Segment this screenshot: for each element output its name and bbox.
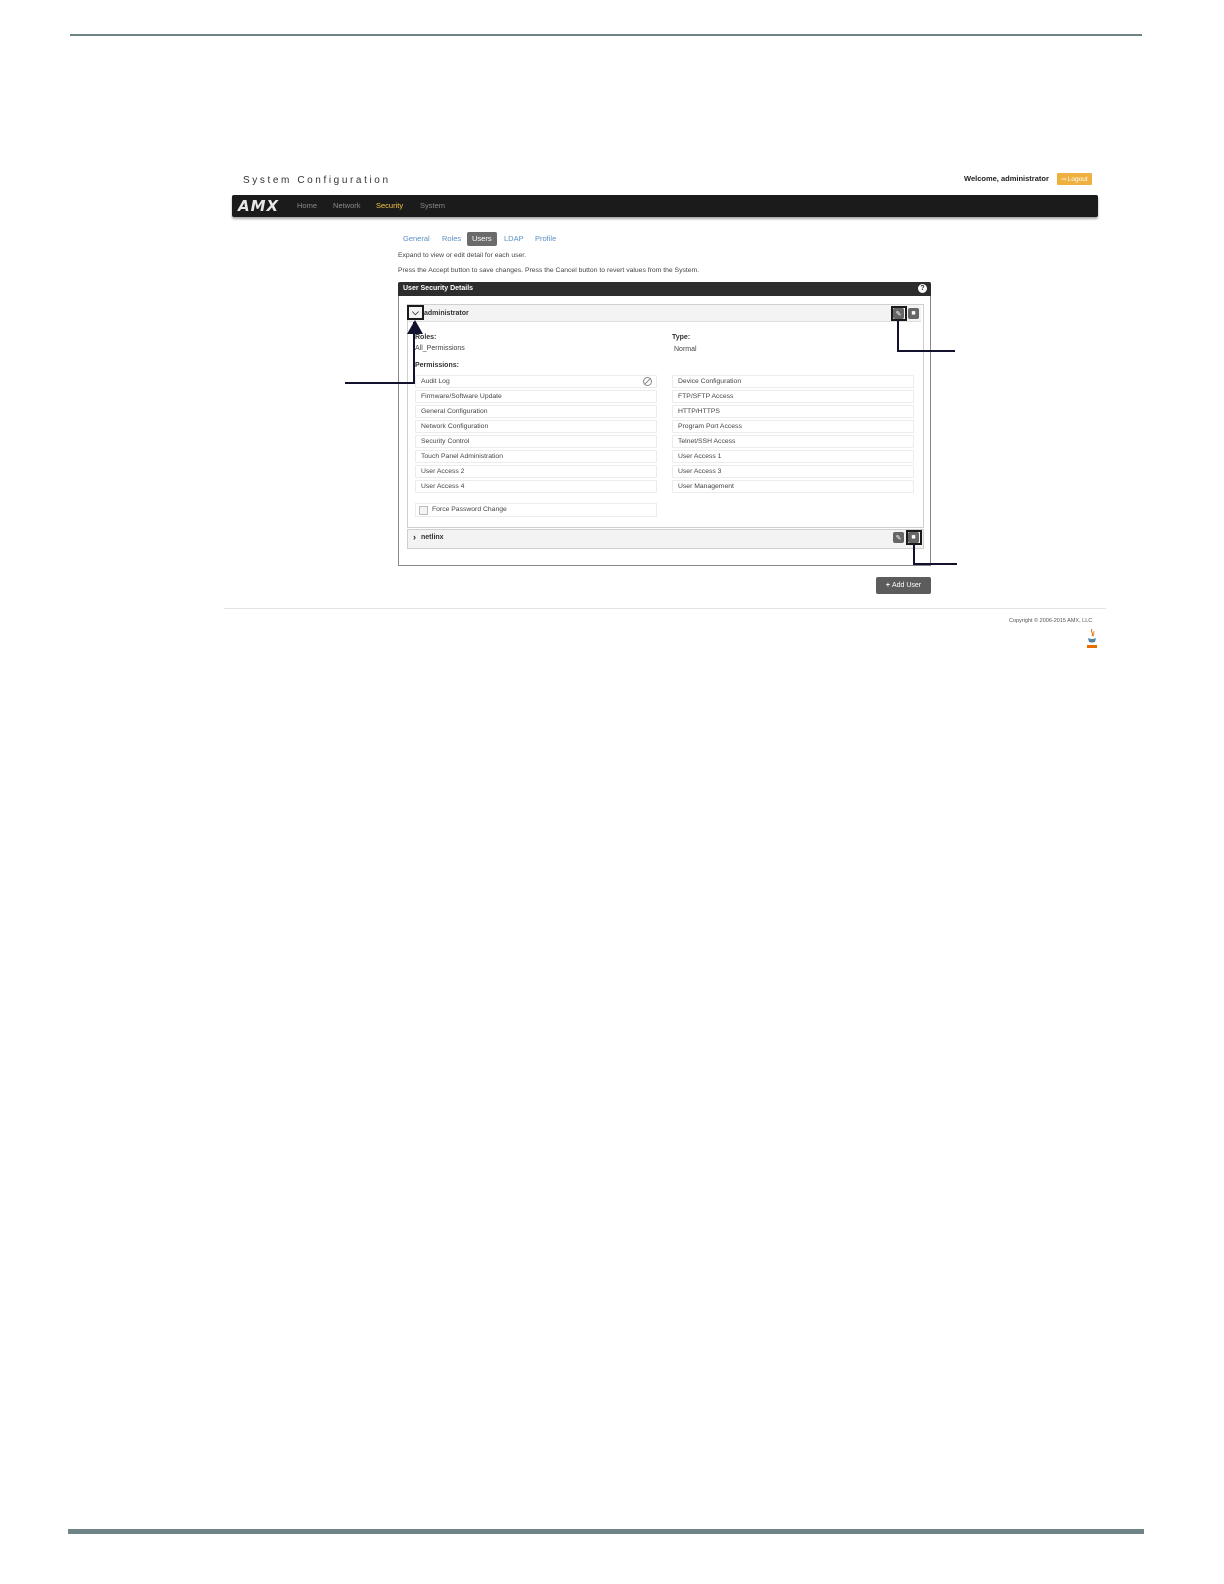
permission-audit-log: Audit Log bbox=[415, 375, 657, 388]
permission-item: User Access 3 bbox=[672, 465, 914, 478]
help-icon[interactable]: ? bbox=[918, 284, 927, 293]
force-password-label: Force Password Change bbox=[432, 506, 507, 513]
permission-item: Device Configuration bbox=[672, 375, 914, 388]
type-value: Normal bbox=[674, 346, 697, 353]
pencil-icon: ✎ bbox=[895, 310, 902, 318]
user-name-administrator: administrator bbox=[424, 310, 469, 317]
tab-general[interactable]: General bbox=[403, 234, 430, 243]
permission-item: FTP/SFTP Access bbox=[672, 390, 914, 403]
add-user-button[interactable]: + Add User bbox=[876, 577, 931, 594]
expand-toggle[interactable]: ⌵ bbox=[407, 305, 424, 320]
lock-button[interactable]: ■ bbox=[908, 308, 919, 319]
permission-item: User Access 2 bbox=[415, 465, 657, 478]
tab-users[interactable]: Users bbox=[467, 232, 497, 246]
permission-item: User Access 4 bbox=[415, 480, 657, 493]
permission-item: Touch Panel Administration bbox=[415, 450, 657, 463]
callout-line bbox=[913, 563, 957, 565]
permission-item: Program Port Access bbox=[672, 420, 914, 433]
permission-item: General Configuration bbox=[415, 405, 657, 418]
logout-label: Logout bbox=[1067, 175, 1088, 183]
tab-ldap[interactable]: LDAP bbox=[504, 234, 524, 243]
user-name-netlinx: netlinx bbox=[421, 534, 444, 541]
nav-network[interactable]: Network bbox=[333, 201, 361, 210]
callout-line bbox=[897, 321, 899, 351]
hint-expand: Expand to view or edit detail for each u… bbox=[398, 252, 527, 259]
user-item-netlinx[interactable] bbox=[407, 529, 924, 549]
logout-button[interactable]: ⇨ Logout bbox=[1057, 173, 1092, 185]
edit-button[interactable]: ✎ bbox=[893, 308, 904, 319]
permission-item: Security Control bbox=[415, 435, 657, 448]
bottom-rule bbox=[68, 1529, 1144, 1534]
copyright-text: Copyright © 2006-2015 AMX, LLC bbox=[1009, 618, 1093, 624]
roles-value: All_Permissions bbox=[415, 345, 465, 352]
permission-item: Telnet/SSH Access bbox=[672, 435, 914, 448]
panel-header bbox=[398, 282, 931, 296]
footer-rule bbox=[224, 608, 1106, 609]
welcome-text: Welcome, administrator bbox=[964, 174, 1049, 183]
pencil-icon: ✎ bbox=[895, 534, 902, 542]
lock-button[interactable]: ■ bbox=[908, 532, 919, 543]
permission-item: Firmware/Software Update bbox=[415, 390, 657, 403]
nav-system[interactable]: System bbox=[420, 201, 445, 210]
chevron-down-icon: ⌵ bbox=[412, 307, 419, 317]
navbar bbox=[232, 195, 1098, 217]
callout-arrow-icon bbox=[407, 320, 423, 334]
page-title: System Configuration bbox=[243, 175, 391, 186]
type-label: Type: bbox=[672, 334, 691, 341]
logout-icon: ⇨ bbox=[1061, 176, 1067, 183]
tab-profile[interactable]: Profile bbox=[535, 234, 556, 243]
nav-security[interactable]: Security bbox=[376, 201, 403, 210]
tab-roles[interactable]: Roles bbox=[442, 234, 461, 243]
top-rule bbox=[70, 34, 1142, 36]
lock-icon: ■ bbox=[911, 310, 916, 317]
force-password-checkbox[interactable] bbox=[419, 506, 428, 515]
ban-icon[interactable] bbox=[643, 377, 652, 386]
add-user-label: Add User bbox=[891, 582, 922, 589]
java-icon bbox=[1087, 628, 1097, 648]
callout-line bbox=[913, 545, 915, 564]
permission-item: User Management bbox=[672, 480, 914, 493]
amx-logo: AMX bbox=[238, 197, 280, 215]
edit-button[interactable]: ✎ bbox=[893, 532, 904, 543]
hint-accept: Press the Accept button to save changes.… bbox=[398, 267, 700, 274]
user-header-administrator[interactable] bbox=[408, 305, 921, 322]
permissions-label: Permissions: bbox=[415, 362, 459, 369]
permission-item: Network Configuration bbox=[415, 420, 657, 433]
callout-line bbox=[897, 350, 955, 352]
panel-title: User Security Details bbox=[403, 285, 474, 292]
chevron-right-icon[interactable]: › bbox=[413, 532, 416, 542]
plus-icon: + bbox=[885, 582, 890, 589]
roles-label: Roles: bbox=[415, 334, 437, 341]
callout-line bbox=[345, 382, 415, 384]
nav-home[interactable]: Home bbox=[297, 201, 317, 210]
lock-icon: ■ bbox=[911, 534, 916, 541]
permission-item: HTTP/HTTPS bbox=[672, 405, 914, 418]
permission-item: User Access 1 bbox=[672, 450, 914, 463]
